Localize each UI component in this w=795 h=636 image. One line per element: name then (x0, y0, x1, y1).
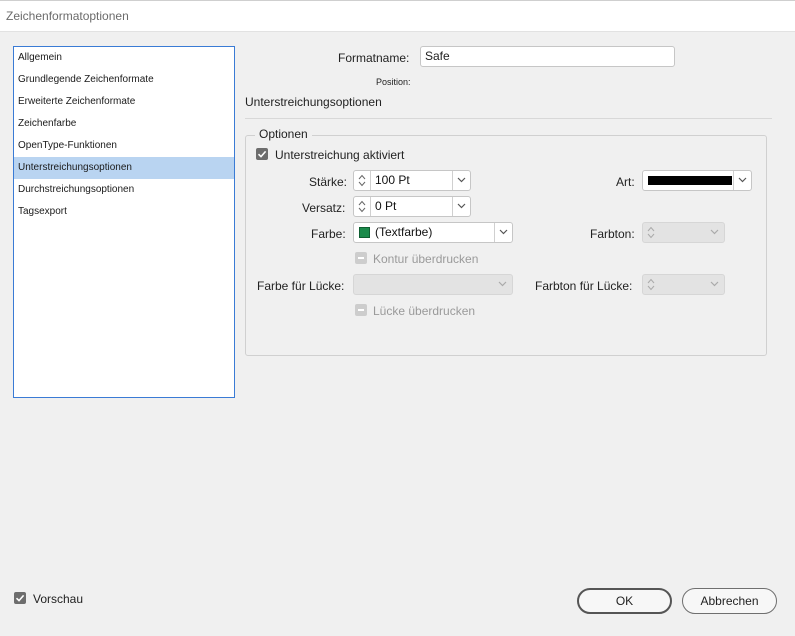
nav-item-grundlegende-zeichenformate[interactable]: Grundlegende Zeichenformate (14, 69, 234, 91)
chevron-down-icon (457, 177, 466, 183)
checkmark-icon (15, 594, 25, 602)
formatname-label: Formatname: (338, 51, 410, 65)
chevron-down-icon (738, 177, 747, 183)
color-swatch (359, 227, 370, 238)
kontur-ueberdrucken-checkbox (355, 252, 367, 264)
window-title: Zeichenformatoptionen (6, 9, 129, 23)
chevron-down-icon (499, 229, 508, 235)
underline-enabled-checkbox[interactable] (256, 148, 268, 160)
dash-icon (358, 257, 364, 259)
nav-item-zeichenfarbe[interactable]: Zeichenfarbe (14, 113, 234, 135)
versatz-label: Versatz: (302, 201, 346, 215)
farbton-luecke-stepper (642, 274, 725, 295)
staerke-stepper[interactable]: 100 Pt (353, 170, 471, 191)
art-label: Art: (616, 175, 635, 189)
underline-enabled-label: Unterstreichung aktiviert (275, 148, 405, 162)
farbe-label: Farbe: (311, 227, 346, 241)
farbton-stepper (642, 222, 725, 243)
chevron-down-icon (710, 281, 719, 287)
section-divider (245, 118, 772, 119)
formatname-input[interactable]: Safe (420, 46, 675, 67)
category-list[interactable]: Allgemein Grundlegende Zeichenformate Er… (13, 46, 235, 398)
vorschau-label: Vorschau (33, 592, 84, 606)
staerke-value: 100 Pt (375, 173, 410, 187)
chevron-down-icon (358, 181, 366, 187)
section-title: Unterstreichungsoptionen (245, 95, 382, 109)
vorschau-checkbox[interactable] (14, 592, 26, 604)
versatz-value: 0 Pt (375, 199, 397, 213)
nav-item-allgemein[interactable]: Allgemein (14, 47, 234, 69)
chevron-down-icon (498, 281, 507, 287)
chevron-down-icon (457, 203, 466, 209)
farbton-luecke-label: Farbton für Lücke: (535, 279, 633, 293)
cancel-button[interactable]: Abbrechen (682, 588, 777, 614)
title-bar: Zeichenformatoptionen (0, 0, 795, 32)
farbton-luecke-dropdown-button (706, 275, 724, 294)
options-group-legend: Optionen (255, 127, 312, 141)
luecke-ueberdrucken-label: Lücke überdrucken (373, 304, 476, 318)
nav-item-durchstreichungsoptionen[interactable]: Durchstreichungsoptionen (14, 179, 234, 201)
nav-item-opentype-funktionen[interactable]: OpenType-Funktionen (14, 135, 234, 157)
position-label: Position: (376, 77, 411, 87)
art-dropdown-button[interactable] (733, 171, 751, 190)
chevron-down-icon (710, 229, 719, 235)
chevron-down-icon (647, 233, 655, 239)
dash-icon (358, 309, 364, 311)
chevron-down-icon (647, 285, 655, 291)
farbe-luecke-dropdown-button (494, 275, 512, 294)
nav-item-tagsexport[interactable]: Tagsexport (14, 201, 234, 223)
checkmark-icon (257, 150, 267, 158)
farbton-label: Farbton: (590, 227, 635, 241)
staerke-spin[interactable] (354, 171, 371, 190)
farbe-luecke-label: Farbe für Lücke: (257, 279, 345, 293)
art-dropdown[interactable] (642, 170, 752, 191)
luecke-ueberdrucken-checkbox (355, 304, 367, 316)
title-bar-edge (0, 0, 795, 1)
staerke-label: Stärke: (309, 175, 348, 189)
nav-item-erweiterte-zeichenformate[interactable]: Erweiterte Zeichenformate (14, 91, 234, 113)
versatz-dropdown-button[interactable] (452, 197, 470, 216)
farbe-luecke-dropdown (353, 274, 513, 295)
farbton-dropdown-button (706, 223, 724, 242)
line-style-preview (648, 176, 732, 185)
ok-button[interactable]: OK (577, 588, 672, 614)
farbe-dropdown-button[interactable] (494, 223, 512, 242)
versatz-stepper[interactable]: 0 Pt (353, 196, 471, 217)
farbe-value: (Textfarbe) (375, 225, 433, 239)
versatz-spin[interactable] (354, 197, 371, 216)
kontur-ueberdrucken-label: Kontur überdrucken (373, 252, 479, 266)
staerke-dropdown-button[interactable] (452, 171, 470, 190)
farbton-luecke-spin (643, 275, 660, 294)
options-group (245, 135, 767, 356)
farbton-spin (643, 223, 660, 242)
farbe-dropdown[interactable]: (Textfarbe) (353, 222, 513, 243)
chevron-down-icon (358, 207, 366, 213)
nav-item-unterstreichungsoptionen[interactable]: Unterstreichungsoptionen (14, 157, 234, 179)
